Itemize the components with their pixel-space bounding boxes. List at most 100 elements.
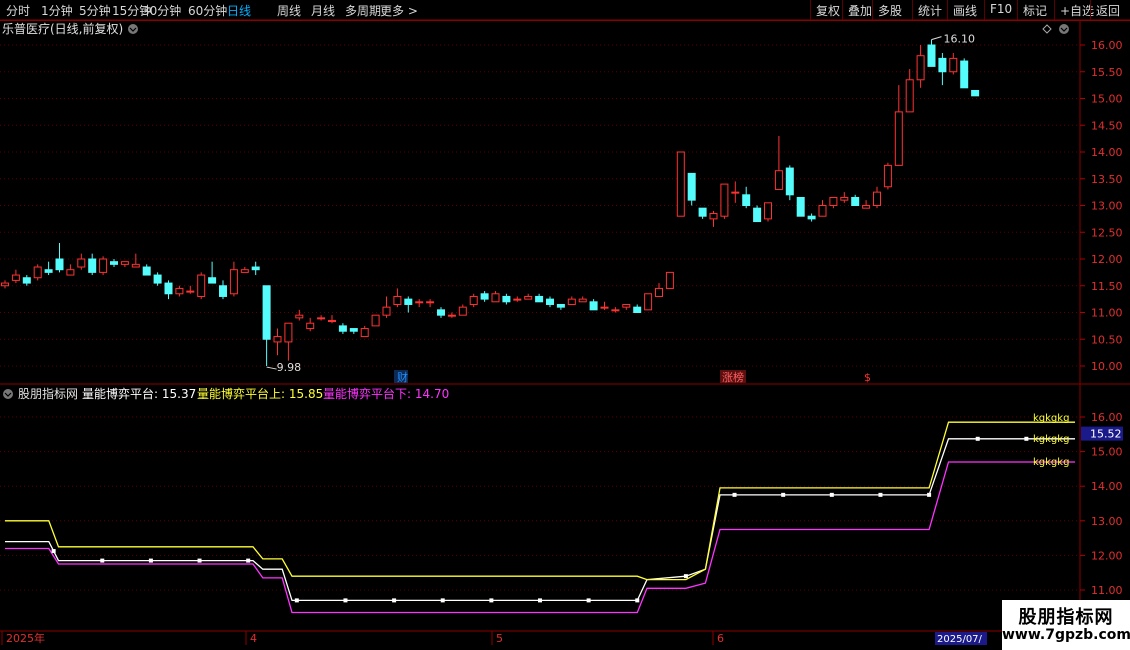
- indicator-dot: [683, 574, 688, 579]
- candle-body-up: [916, 55, 925, 81]
- main-y-tick-label: 14.50: [1091, 119, 1123, 132]
- candle-body-up: [883, 164, 892, 188]
- candle-body-up: [393, 295, 402, 305]
- candle-body-down: [687, 172, 696, 201]
- candle-body-up: [862, 205, 871, 209]
- candle-body-down: [502, 295, 511, 303]
- candle-body-down: [971, 89, 980, 97]
- low-pointer: [266, 366, 277, 370]
- candle-body-up: [186, 290, 195, 293]
- main-options-icon[interactable]: [1059, 24, 1069, 34]
- candle-body-up: [77, 258, 86, 268]
- candle-body-down: [404, 298, 413, 305]
- candle-body-down: [349, 328, 358, 332]
- diamond-icon[interactable]: [1042, 24, 1052, 34]
- main-y-tick-label: 12.00: [1091, 253, 1123, 266]
- candle-body-up: [840, 196, 849, 201]
- main-y-tick-label: 10.50: [1091, 333, 1123, 346]
- indicator-dot: [392, 598, 397, 603]
- main-y-tick-label: 11.00: [1091, 307, 1123, 320]
- ind-y-tick-label: 11.00: [1091, 584, 1123, 597]
- candle-body-up: [720, 183, 729, 217]
- candle-body-down: [480, 293, 489, 300]
- candle-body-up: [774, 170, 783, 190]
- stock-chart[interactable]: 16.00 15.50 15.00 14.50 14.00 13.50 13.00 12.50…: [0, 0, 1130, 650]
- candle-body-up: [731, 191, 740, 194]
- candle-body-up: [99, 258, 108, 273]
- candle-body-up: [415, 301, 424, 304]
- main-y-tick-label: 12.50: [1091, 226, 1123, 239]
- title-dropdown-icon[interactable]: [128, 24, 138, 34]
- candle-body-down: [164, 282, 173, 295]
- indicator-dot: [975, 436, 980, 441]
- candle-body-up: [240, 269, 249, 273]
- cursor-date-label: 2025/07/: [937, 634, 983, 645]
- candle-body-down: [927, 44, 936, 67]
- candle-body-up: [33, 266, 42, 279]
- indicator-dot: [440, 598, 445, 603]
- indicator-line3-label: 量能博弈平台下: 14.70: [323, 386, 449, 401]
- candle-body-up: [371, 314, 380, 327]
- candle-body-down: [938, 57, 947, 73]
- ind-y-tick-label: 16.00: [1091, 411, 1123, 424]
- candle-body-up: [328, 320, 336, 323]
- marker-label: 财: [397, 370, 408, 384]
- indicator-dot: [197, 558, 202, 563]
- candle-body-down: [44, 269, 53, 273]
- indicator-dot: [51, 549, 56, 554]
- indicator-dot: [586, 598, 591, 603]
- candle-body-down: [785, 167, 794, 196]
- candle-body-down: [960, 60, 969, 89]
- candle-body-up: [524, 295, 533, 300]
- indicator-end-tag: kgkgkg: [1033, 434, 1069, 445]
- candle-body-up: [360, 328, 369, 338]
- candle-body-up: [600, 306, 609, 309]
- candle-body-up: [197, 274, 206, 297]
- main-y-tick-label: 13.00: [1091, 200, 1123, 213]
- main-y-tick-label: 16.00: [1091, 39, 1123, 52]
- indicator-dot: [100, 558, 105, 563]
- candle-body-up: [382, 306, 391, 316]
- candle-body-up: [317, 317, 326, 320]
- candle-body-up: [764, 202, 772, 220]
- indicator-name: 股朋指标网: [18, 386, 78, 401]
- candle-body-down: [556, 303, 565, 308]
- low-label: 9.98: [277, 361, 302, 374]
- candle-body-down: [219, 285, 227, 297]
- candle-body-up: [949, 57, 958, 73]
- candle-body-up: [447, 314, 456, 317]
- candle-body-down: [535, 295, 544, 303]
- candle-body-up: [11, 274, 20, 281]
- high-pointer: [931, 36, 942, 41]
- indicator-dropdown-icon[interactable]: [3, 389, 13, 399]
- candle-body-up: [1, 282, 9, 287]
- candle-body-up: [513, 298, 522, 301]
- indicator-series-1: [5, 421, 1075, 581]
- candle-body-up: [873, 191, 881, 206]
- indicator-line1-label: 量能博弈平台: 15.37: [82, 386, 196, 401]
- candle-body-up: [622, 303, 631, 308]
- candle-body-up: [491, 293, 500, 303]
- watermark-title: 股朋指标网: [1018, 607, 1114, 628]
- main-y-tick-label: 15.00: [1091, 93, 1123, 106]
- indicator-dot: [1024, 436, 1029, 441]
- ind-y-tick-label: 14.00: [1091, 480, 1123, 493]
- candle-body-up: [273, 336, 282, 343]
- candle-body-up: [567, 298, 576, 305]
- candle-body-up: [306, 322, 315, 330]
- indicator-end-tag: kgkgkg: [1033, 413, 1069, 424]
- candle-body-up: [458, 306, 467, 316]
- ind-y-tick-label: 13.00: [1091, 515, 1123, 528]
- candle-body-up: [676, 151, 685, 217]
- candle-body-up: [665, 271, 674, 289]
- indicator-dot: [294, 598, 299, 603]
- indicator-dot: [489, 598, 494, 603]
- current-value-label: 15.52: [1090, 428, 1122, 441]
- candle-body-down: [546, 298, 554, 305]
- candle-body-up: [284, 322, 293, 343]
- candle-body-up: [894, 111, 903, 166]
- high-label: 16.10: [944, 33, 976, 46]
- indicator-dot: [246, 558, 251, 563]
- candle-body-up: [120, 261, 129, 265]
- x-axis-label: 5: [496, 632, 503, 645]
